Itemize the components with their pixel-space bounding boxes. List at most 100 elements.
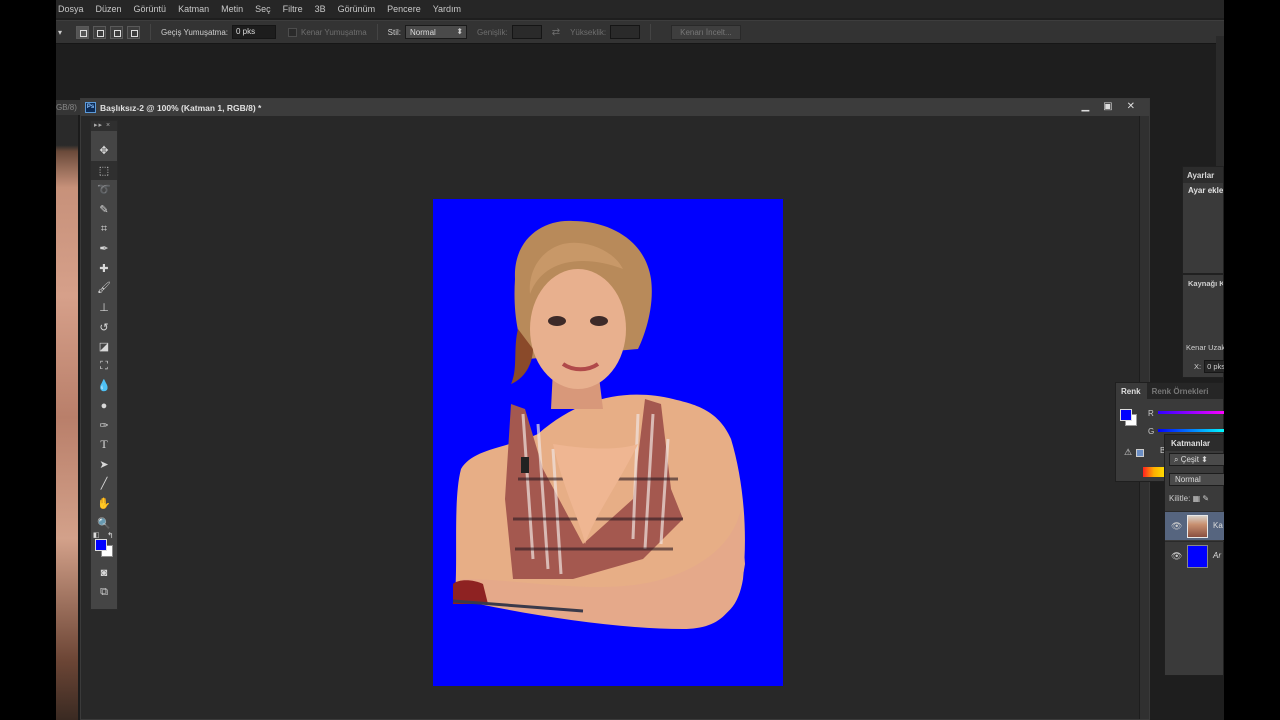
healing-brush-tool-icon[interactable]: ✚ bbox=[91, 259, 117, 279]
refine-edge-button[interactable]: Kenarı İncelt... bbox=[671, 24, 741, 40]
menu-sec[interactable]: Seç bbox=[253, 4, 279, 14]
layer-row-arka-plan[interactable]: 👁 Ar bbox=[1165, 541, 1224, 570]
crop-tool-icon[interactable]: ⌗ bbox=[91, 219, 117, 239]
height-label: Yükseklik: bbox=[570, 27, 607, 37]
gamut-warning-icon[interactable]: ⚠ bbox=[1124, 447, 1132, 458]
document-title-bar[interactable]: Ps Başlıksız-2 @ 100% (Katman 1, RGB/8) … bbox=[81, 99, 1149, 116]
offset-x-row: X: 0 pks bbox=[1194, 360, 1224, 373]
menu-3b[interactable]: 3B bbox=[313, 4, 334, 14]
menu-filtre[interactable]: Filtre bbox=[281, 4, 311, 14]
offset-x-input[interactable]: 0 pks bbox=[1204, 360, 1224, 373]
clone-source-panel: Kaynağı K Kenar Uzak X: 0 pks bbox=[1182, 274, 1224, 378]
blend-mode-select[interactable]: Normal bbox=[1169, 473, 1224, 486]
lasso-tool-icon[interactable]: ➰ bbox=[91, 180, 117, 200]
web-safe-color-icon[interactable] bbox=[1136, 449, 1144, 457]
minimize-icon[interactable]: ▁ bbox=[1081, 101, 1089, 112]
photoshop-window: Dosya Düzen Görüntü Katman Metin Seç Fil… bbox=[56, 0, 1224, 720]
channel-g-label: G bbox=[1148, 427, 1155, 436]
brush-tool-icon[interactable]: 🖌 bbox=[91, 278, 117, 298]
new-selection-button[interactable] bbox=[76, 25, 89, 39]
subtract-selection-button[interactable] bbox=[110, 25, 123, 39]
maximize-icon[interactable]: ▣ bbox=[1103, 101, 1112, 112]
screen-mode-icon[interactable]: ⧉ bbox=[91, 582, 117, 602]
quick-select-tool-icon[interactable]: ✎ bbox=[91, 200, 117, 220]
document-canvas[interactable] bbox=[433, 199, 783, 686]
layer-filter-value: Çeşit bbox=[1180, 455, 1199, 464]
swap-dimensions-icon[interactable]: ⇄ bbox=[552, 27, 560, 38]
panel-dock-edge bbox=[1216, 36, 1224, 166]
style-select[interactable]: Normal bbox=[405, 25, 468, 39]
divider bbox=[376, 24, 378, 40]
quick-mask-icon[interactable]: ◙ bbox=[91, 563, 117, 583]
feather-label: Geçiş Yumuşatma: bbox=[161, 27, 228, 37]
color-panel-foreground-swatch[interactable] bbox=[1120, 409, 1132, 421]
swap-colors-icon[interactable]: ↰ bbox=[107, 531, 114, 540]
channel-r-slider[interactable] bbox=[1158, 411, 1224, 414]
menu-duzen[interactable]: Düzen bbox=[94, 4, 130, 14]
divider bbox=[150, 24, 151, 40]
type-tool-icon[interactable]: T bbox=[91, 435, 117, 455]
color-spectrum-ramp[interactable] bbox=[1143, 467, 1165, 477]
paint-bucket-tool-icon[interactable]: ⛶ bbox=[91, 357, 117, 377]
letterbox-left bbox=[0, 0, 56, 720]
menu-pencere[interactable]: Pencere bbox=[385, 4, 429, 14]
default-colors-icon[interactable]: ◧ bbox=[93, 531, 100, 539]
layer-name[interactable]: Ka bbox=[1213, 521, 1223, 530]
move-tool-icon[interactable]: ✥ bbox=[91, 141, 117, 161]
path-select-tool-icon[interactable]: ➤ bbox=[91, 455, 117, 475]
lock-transparent-icon[interactable]: ▦ bbox=[1193, 494, 1201, 503]
tab-renk[interactable]: Renk bbox=[1116, 383, 1147, 399]
close-icon[interactable]: ✕ bbox=[1127, 101, 1135, 112]
eraser-tool-icon[interactable]: ◪ bbox=[91, 337, 117, 357]
layer-name[interactable]: Ar bbox=[1213, 551, 1221, 560]
feather-input[interactable]: 0 pks bbox=[232, 25, 276, 39]
channel-r-label: R bbox=[1148, 409, 1154, 418]
visibility-eye-icon[interactable]: 👁 bbox=[1171, 521, 1182, 532]
menu-goruntu[interactable]: Görüntü bbox=[132, 4, 175, 14]
line-tool-icon[interactable]: ╱ bbox=[91, 474, 117, 494]
lock-pixels-icon[interactable]: ✎ bbox=[1202, 494, 1209, 503]
adjustments-panel-title[interactable]: Ayarlar bbox=[1183, 167, 1223, 183]
tab-renk-ornekleri[interactable]: Renk Örnekleri bbox=[1147, 383, 1215, 399]
other-document-tab[interactable]: GB/8) bbox=[56, 100, 80, 115]
intersect-selection-button[interactable] bbox=[127, 25, 140, 39]
antialias-checkbox[interactable] bbox=[288, 27, 297, 37]
layers-panel: Katmanlar ⌕ Çeşit ⬍ Normal Kilitle: ▦ ✎ … bbox=[1164, 434, 1224, 676]
other-document-image bbox=[56, 115, 78, 720]
height-input[interactable] bbox=[610, 25, 641, 39]
foreground-color-swatch[interactable] bbox=[95, 538, 107, 551]
hand-tool-icon[interactable]: ✋ bbox=[91, 494, 117, 514]
add-selection-button[interactable] bbox=[93, 25, 106, 39]
marquee-tool-icon[interactable]: ⬚ bbox=[91, 160, 117, 181]
clone-stamp-tool-icon[interactable]: ⊥ bbox=[91, 298, 117, 318]
layer-filter-select[interactable]: ⌕ Çeşit ⬍ bbox=[1169, 453, 1224, 466]
width-input[interactable] bbox=[511, 25, 542, 39]
other-document-window[interactable]: GB/8) bbox=[56, 100, 80, 720]
pen-tool-icon[interactable]: ✑ bbox=[91, 415, 117, 435]
lock-row: Kilitle: ▦ ✎ bbox=[1169, 494, 1209, 503]
menu-yardim[interactable]: Yardım bbox=[431, 4, 469, 14]
dodge-tool-icon[interactable]: ● bbox=[91, 396, 117, 416]
menu-katman[interactable]: Katman bbox=[176, 4, 217, 14]
menu-dosya[interactable]: Dosya bbox=[56, 4, 92, 14]
layer-thumbnail bbox=[1187, 545, 1208, 568]
lock-label: Kilitle: bbox=[1169, 494, 1191, 503]
blur-tool-icon[interactable]: 💧 bbox=[91, 376, 117, 396]
tool-preset-arrow-icon[interactable]: ▾ bbox=[58, 28, 66, 37]
adjustments-panel: Ayarlar Ayar ekle bbox=[1182, 166, 1224, 274]
menu-gorunum[interactable]: Görünüm bbox=[336, 4, 384, 14]
channel-g-slider[interactable] bbox=[1158, 429, 1224, 432]
menu-metin[interactable]: Metin bbox=[219, 4, 251, 14]
layer-thumbnail bbox=[1187, 515, 1208, 538]
tools-panel-header[interactable]: ▸▸ × bbox=[91, 121, 117, 131]
clone-source-title[interactable]: Kaynağı K bbox=[1183, 275, 1223, 288]
divider bbox=[650, 24, 652, 40]
layers-panel-title[interactable]: Katmanlar bbox=[1165, 435, 1223, 451]
photoshop-doc-icon: Ps bbox=[85, 102, 96, 113]
eyedropper-tool-icon[interactable]: ✒ bbox=[91, 239, 117, 259]
history-brush-tool-icon[interactable]: ↺ bbox=[91, 317, 117, 337]
woman-portrait-image bbox=[433, 199, 783, 686]
layer-row-katman-1[interactable]: 👁 Ka bbox=[1165, 511, 1224, 540]
visibility-eye-icon[interactable]: 👁 bbox=[1171, 551, 1182, 562]
tools-panel: ▸▸ × ✥ ⬚ ➰ ✎ ⌗ ✒ ✚ 🖌 ⊥ ↺ ◪ ⛶ 💧 ● ✑ T ➤ ╱… bbox=[90, 120, 118, 610]
